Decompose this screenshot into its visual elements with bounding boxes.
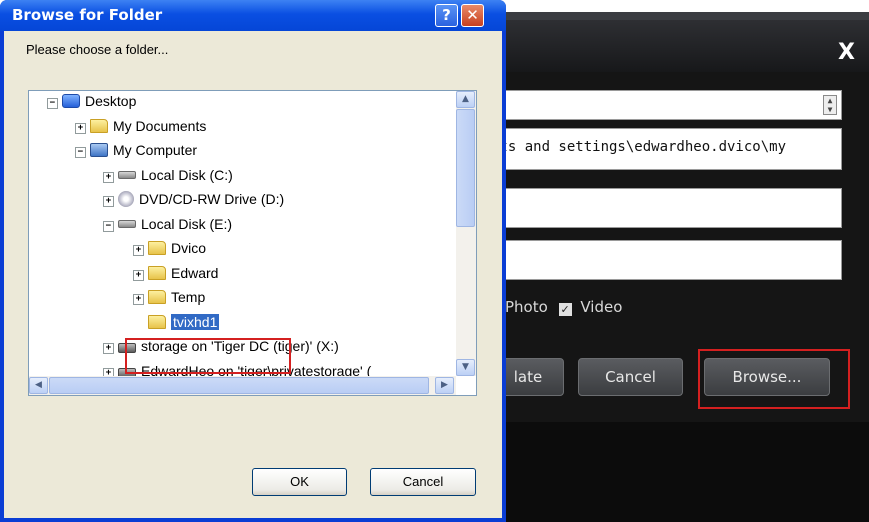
folder-icon (148, 290, 166, 304)
expand-icon[interactable]: + (103, 343, 114, 354)
app-cancel-button[interactable]: Cancel (578, 358, 683, 396)
collapse-icon[interactable]: − (47, 98, 58, 109)
tree-item-label: My Documents (113, 117, 207, 134)
tree-item[interactable]: + Temp (133, 289, 205, 309)
browse-for-folder-dialog: Browse for Folder ? ✕ Please choose a fo… (0, 0, 506, 522)
tree-item-label: DVD/CD-RW Drive (D:) (139, 191, 285, 207)
cancel-button[interactable]: Cancel (370, 468, 476, 496)
video-checkbox[interactable]: ✓ (558, 303, 572, 316)
scroll-left-icon[interactable]: ◀ (29, 377, 48, 394)
ok-button[interactable]: OK (252, 468, 347, 496)
browse-highlight-box (698, 349, 850, 409)
scroll-down-icon[interactable]: ▼ (456, 359, 475, 376)
prompt-text: Please choose a folder... (26, 42, 169, 57)
folder-icon (148, 241, 166, 255)
close-icon[interactable]: ✕ (461, 4, 484, 27)
combo-spinner-icon[interactable]: ▲ ▼ (823, 95, 837, 115)
tree-item-label: Dvico (171, 240, 207, 256)
expand-icon[interactable]: + (75, 122, 86, 134)
text-field-1[interactable] (490, 188, 842, 228)
tree-item[interactable]: − Local Disk (E:) (103, 216, 232, 236)
tree-item[interactable]: + Edward (133, 265, 218, 285)
dvd-icon (118, 191, 134, 207)
expand-icon[interactable]: + (103, 171, 114, 183)
tree-item[interactable]: + Dvico (133, 240, 206, 260)
tree-item-label: Desktop (85, 93, 137, 109)
tree-item[interactable]: − Desktop (47, 93, 136, 113)
tree-item-label: My Computer (113, 142, 198, 158)
collapse-icon[interactable]: − (75, 147, 86, 158)
collapse-icon[interactable]: − (103, 220, 114, 232)
drive-icon (118, 219, 136, 228)
tree-item-label: Edward (171, 264, 219, 281)
desktop-icon (62, 94, 80, 108)
scroll-right-icon[interactable]: ▶ (435, 377, 454, 394)
drive-icon (118, 170, 136, 179)
folder-icon (148, 265, 166, 280)
expand-icon[interactable]: + (133, 269, 144, 281)
expand-icon[interactable]: + (103, 196, 114, 207)
tree-item[interactable]: tvixhd1 (133, 313, 220, 334)
app-close-icon[interactable]: X (838, 42, 855, 64)
media-options: Photo ✓ Video (505, 298, 622, 316)
vertical-scrollbar[interactable]: ▲ ▼ (456, 91, 476, 376)
path-field[interactable]: nts and settings\edwardheo.dvico\my (490, 128, 842, 170)
type-combo[interactable]: ▲ ▼ (490, 90, 842, 120)
horizontal-scroll-thumb[interactable] (49, 377, 429, 394)
computer-icon (90, 143, 108, 157)
expand-icon[interactable]: + (133, 245, 144, 256)
tree-item[interactable]: + Local Disk (C:) (103, 167, 233, 187)
selection-highlight-box (125, 338, 291, 374)
expand-icon[interactable]: + (133, 294, 144, 305)
tree-item-label: Local Disk (E:) (141, 215, 233, 232)
tree-item[interactable]: − My Computer (75, 142, 197, 162)
photo-label: Photo (505, 298, 548, 316)
dialog-titlebar: Browse for Folder ? ✕ (0, 0, 506, 31)
video-label: Video (580, 298, 623, 316)
tree-item-label: tvixhd1 (171, 313, 220, 330)
folder-icon (148, 314, 166, 329)
tree-item-label: Temp (171, 289, 206, 305)
scroll-up-icon[interactable]: ▲ (456, 91, 475, 108)
dialog-title: Browse for Folder (12, 6, 163, 24)
tree-item-label: Local Disk (C:) (141, 166, 233, 183)
vertical-scroll-thumb[interactable] (456, 109, 475, 227)
help-icon[interactable]: ? (435, 4, 458, 27)
tree-item[interactable]: + DVD/CD-RW Drive (D:) (103, 191, 284, 211)
tree-item[interactable]: + My Documents (75, 118, 206, 138)
text-field-2[interactable] (490, 240, 842, 280)
folder-icon (90, 118, 108, 133)
horizontal-scrollbar[interactable]: ◀ ▶ (29, 376, 456, 395)
